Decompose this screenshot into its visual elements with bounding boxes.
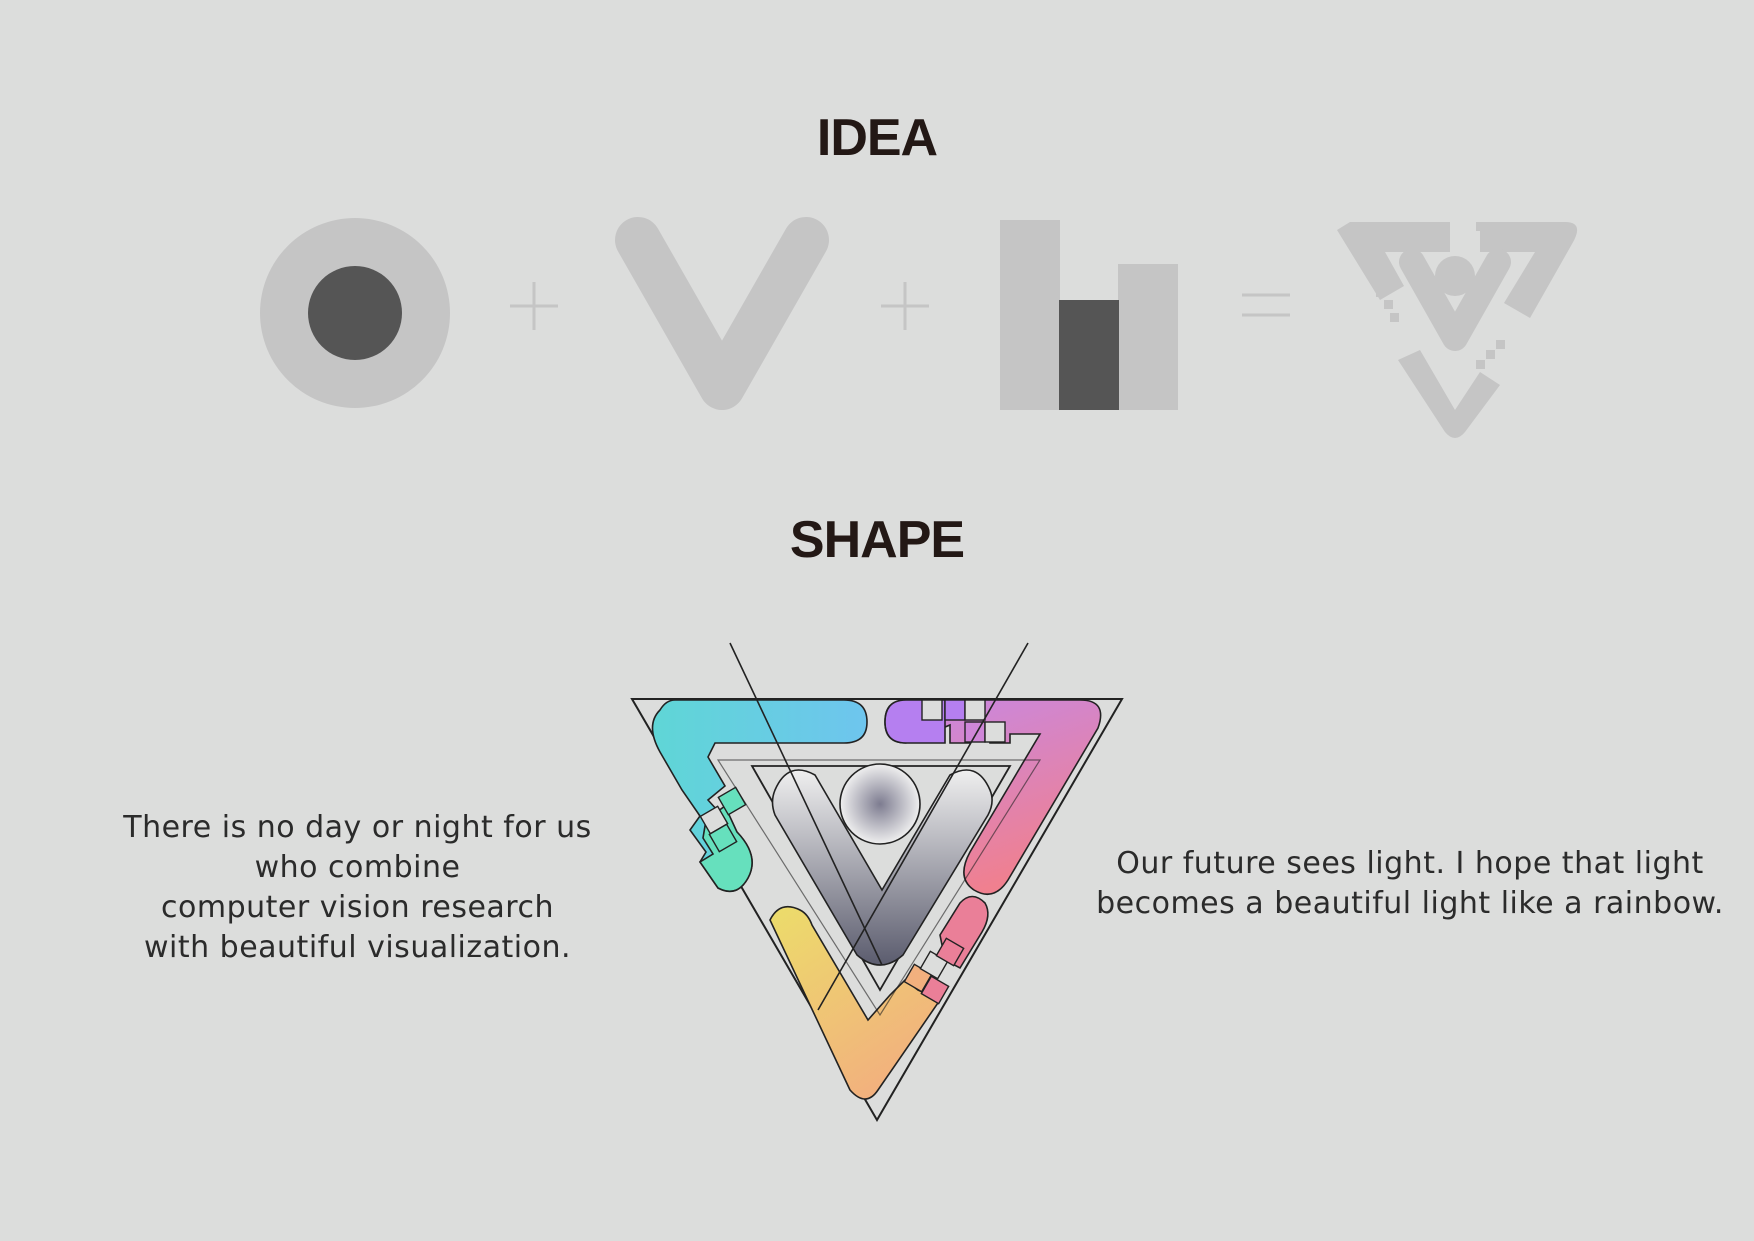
left-caption-line: computer vision research [161, 890, 554, 925]
logo-color-construction [630, 642, 1124, 1122]
left-caption-line: There is no day or night for us [123, 810, 592, 845]
left-caption: There is no day or night for us who comb… [90, 808, 625, 968]
eye-circle [839, 763, 921, 845]
equals-operator [1242, 293, 1290, 317]
right-caption: Our future sees light. I hope that light… [1095, 844, 1725, 924]
left-caption-line: who combine [254, 850, 461, 885]
plus-operator-1 [510, 282, 558, 330]
left-caption-line: with beautiful visualization. [143, 930, 572, 965]
v-letter-icon [615, 217, 829, 410]
bar-chart-icon [1000, 220, 1178, 410]
illustration-canvas [260, 217, 1578, 1122]
logo-grey-icon [1337, 222, 1578, 438]
eye-circle-icon [260, 218, 450, 408]
right-caption-line: becomes a beautiful light like a rainbow… [1096, 886, 1724, 921]
right-caption-line: Our future sees light. I hope that light [1116, 846, 1704, 881]
plus-operator-2 [881, 282, 929, 330]
